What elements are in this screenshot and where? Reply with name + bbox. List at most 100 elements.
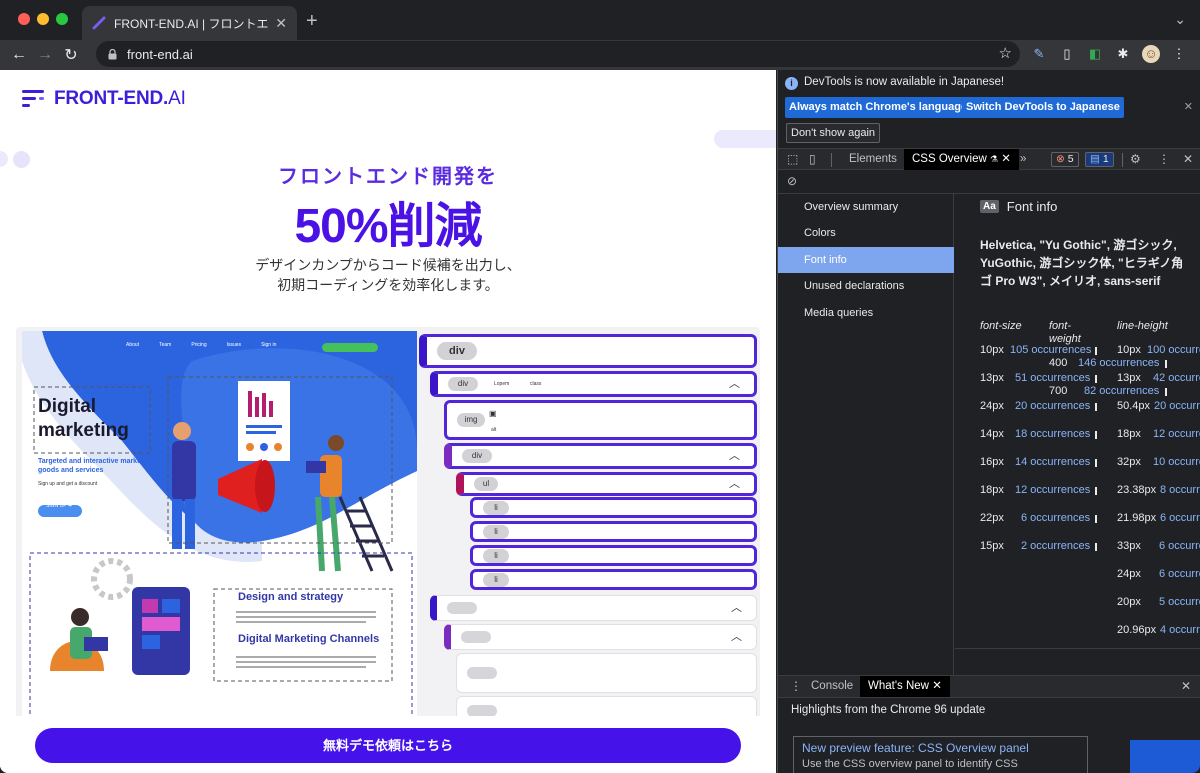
font-weight-occurrences-link[interactable]: 82 occurrences	[1084, 385, 1159, 398]
switch-japanese-button[interactable]: Switch DevTools to Japanese	[962, 97, 1124, 118]
design-mockup: About Team Pricing Issues Sign in Digita…	[22, 331, 417, 731]
tab-close-icon[interactable]: ✕	[1001, 153, 1011, 165]
reload-icon[interactable]: ↻	[58, 45, 84, 65]
sidebar-item-overview-summary[interactable]: Overview summary	[778, 194, 954, 220]
profile-avatar[interactable]: ☺	[1142, 45, 1160, 63]
demo-request-button[interactable]: 無料デモ依頼はこちら	[35, 728, 741, 763]
line-height-occurrences-link[interactable]: 5 occurre	[1159, 596, 1200, 609]
address-bar[interactable]: front-end.ai ☆	[96, 41, 1020, 67]
close-drawer-icon[interactable]: ✕	[1181, 679, 1191, 693]
bookmark-star-icon[interactable]: ☆	[999, 44, 1012, 62]
tab-close-icon[interactable]: ✕	[275, 15, 287, 32]
line-height-occurrences-link[interactable]: 100 occurre	[1147, 344, 1200, 357]
sidebar-item-media-queries[interactable]: Media queries	[778, 300, 954, 326]
back-arrow-icon[interactable]: ←	[6, 46, 32, 64]
tab-search-chevron-icon[interactable]: ⌄	[1174, 11, 1186, 28]
font-size-occurrences-link[interactable]: 105 occurrences	[1010, 344, 1091, 357]
site-logo[interactable]: FRONT-END.AI	[22, 88, 186, 110]
device-toolbar-icon[interactable]: ▯	[809, 152, 816, 166]
font-size-value: 16px	[980, 456, 1004, 468]
mockup-tagline: Targeted and interactive marketing of go…	[38, 458, 163, 474]
font-size-occurrences-link[interactable]: 6 occurrences	[1021, 512, 1090, 525]
minimize-window-button[interactable]	[37, 13, 49, 25]
line-height-occurrences-link[interactable]: 8 occurre	[1160, 484, 1200, 497]
whats-new-card[interactable]: New preview feature: CSS Overview panel …	[793, 736, 1088, 773]
font-size-value: 14px	[980, 428, 1004, 440]
line-height-value: 20px	[1117, 596, 1141, 608]
forward-arrow-icon[interactable]: →	[32, 46, 58, 64]
tab-whats-new[interactable]: What's New ✕	[860, 676, 950, 697]
font-size-occurrences-link[interactable]: 2 occurrences	[1021, 540, 1090, 553]
tree-tag-pill	[447, 602, 477, 614]
pen-extension-icon[interactable]: ✎	[1030, 45, 1048, 63]
font-size-occurrences-link[interactable]: 18 occurrences	[1015, 428, 1090, 441]
sidebar-item-colors[interactable]: Colors	[778, 220, 954, 246]
sidebar-item-unused-declarations[interactable]: Unused declarations	[778, 273, 954, 299]
font-size-occurrences-link[interactable]: 20 occurrences	[1015, 400, 1090, 413]
tree-tag-pill	[461, 631, 491, 643]
match-language-button[interactable]: Always match Chrome's language	[785, 97, 972, 118]
collapse-caret-icon[interactable]: ︿	[729, 375, 740, 391]
green-extension-icon[interactable]: ◧	[1086, 45, 1104, 63]
font-size-occurrences-link[interactable]: 14 occurrences	[1015, 456, 1090, 469]
occurrence-bar	[1095, 487, 1097, 495]
clear-overview-icon[interactable]: ⊘	[787, 174, 797, 188]
font-weight-occurrences-link[interactable]: 146 occurrences	[1078, 357, 1159, 370]
collapse-caret-icon[interactable]: ︿	[731, 599, 742, 615]
occurrence-bar	[1095, 403, 1097, 411]
clipboard-extension-icon[interactable]: ▯	[1058, 45, 1076, 63]
sidebar-item-font-info[interactable]: Font info	[778, 247, 954, 273]
collapse-caret-icon[interactable]: ︿	[731, 628, 742, 644]
line-height-occurrences-link[interactable]: 10 occurre	[1153, 456, 1200, 469]
dont-show-again-button[interactable]: Don't show again	[786, 123, 881, 143]
line-height-value: 21.98px	[1117, 512, 1157, 524]
tree-attr: Lopem	[494, 381, 510, 387]
font-size-occurrences-link[interactable]: 51 occurrences	[1015, 372, 1090, 385]
settings-gear-icon[interactable]: ⚙	[1130, 152, 1141, 166]
image-icon: ▣	[489, 409, 497, 418]
line-height-occurrences-link[interactable]: 12 occurre	[1153, 428, 1200, 441]
error-count-badge[interactable]: ⊗ 5	[1051, 152, 1079, 167]
devtools-menu-icon[interactable]: ⋮	[1158, 152, 1170, 166]
tree-tag-pill: ul	[474, 477, 498, 491]
close-devtools-icon[interactable]: ✕	[1183, 152, 1193, 166]
line-height-occurrences-link[interactable]: 4 occurre	[1160, 624, 1200, 637]
line-height-occurrences-link[interactable]: 6 occurre	[1159, 568, 1200, 581]
line-height-occurrences-link[interactable]: 6 occurre	[1160, 512, 1200, 525]
logo-text-light: AI	[168, 88, 186, 109]
whats-new-card-title[interactable]: New preview feature: CSS Overview panel	[802, 741, 1029, 755]
horizontal-scrollbar[interactable]	[955, 648, 1200, 649]
message-count-badge[interactable]: ▤ 1	[1085, 152, 1114, 167]
new-tab-button[interactable]: +	[306, 10, 318, 33]
tree-node-li: li	[470, 545, 757, 566]
tree-node-li: li	[470, 497, 757, 518]
occurrence-bar	[1165, 360, 1167, 368]
tab-strip: FRONT-END.AI | フロントエンド ✕ + ⌄	[0, 0, 1200, 40]
more-tabs-icon[interactable]: »	[1020, 149, 1026, 170]
tab-close-icon[interactable]: ✕	[932, 680, 942, 692]
close-window-button[interactable]	[18, 13, 30, 25]
tab-elements[interactable]: Elements	[849, 149, 897, 170]
collapse-caret-icon[interactable]: ︿	[729, 475, 740, 491]
inspect-element-icon[interactable]: ⬚	[787, 152, 798, 166]
line-height-occurrences-link[interactable]: 20 occurre	[1154, 400, 1200, 413]
decorative-blob	[714, 130, 776, 148]
font-size-occurrences-link[interactable]: 12 occurrences	[1015, 484, 1090, 497]
puzzle-extensions-icon[interactable]: ✱	[1114, 45, 1132, 63]
logo-mark-icon	[22, 90, 44, 107]
url-text: front-end.ai	[127, 46, 193, 62]
tab-console[interactable]: Console	[811, 676, 853, 697]
line-height-occurrences-link[interactable]: 6 occurre	[1159, 540, 1200, 553]
drawer-menu-icon[interactable]: ⋮	[790, 679, 802, 693]
browser-tab[interactable]: FRONT-END.AI | フロントエンド ✕	[82, 6, 297, 40]
zoom-window-button[interactable]	[56, 13, 68, 25]
browser-menu-icon[interactable]: ⋮	[1170, 45, 1188, 63]
line-height-occurrences-link[interactable]: 42 occurre	[1153, 372, 1200, 385]
occurrence-bar	[1095, 543, 1097, 551]
hero-description: デザインカンプからコード候補を出力し、 初期コーディングを効率化します。	[0, 255, 776, 295]
mockup-nav-item: Team	[159, 342, 172, 348]
mockup-heading: Digital marketing	[38, 395, 129, 443]
close-infobar-icon[interactable]: ✕	[1184, 100, 1193, 113]
tab-css-overview[interactable]: CSS Overview ⚗ ✕	[904, 149, 1019, 170]
collapse-caret-icon[interactable]: ︿	[729, 447, 740, 463]
